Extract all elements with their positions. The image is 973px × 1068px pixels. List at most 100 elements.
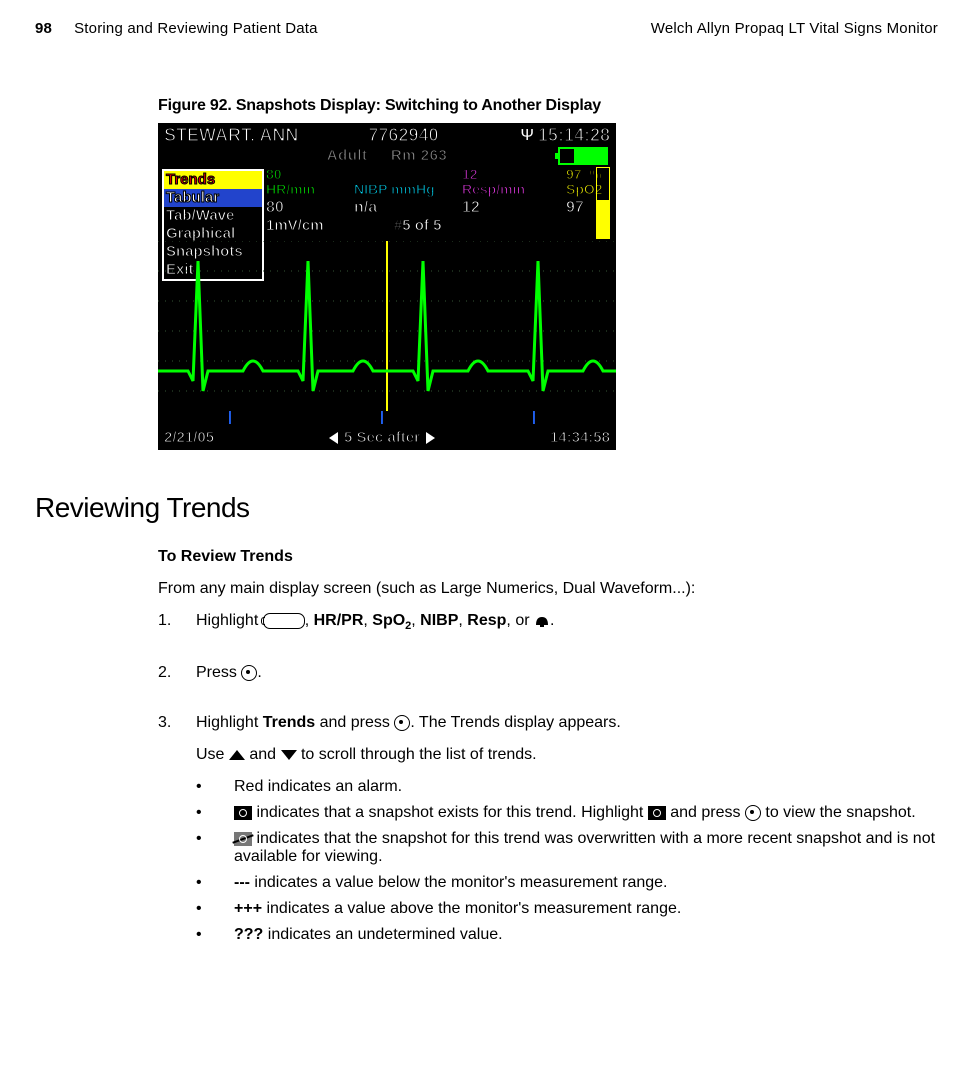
bullet: • — [196, 804, 234, 822]
t: SpO — [372, 612, 405, 629]
sym: ??? — [234, 926, 263, 943]
menu-tabular[interactable]: Tabular — [164, 189, 262, 207]
step-3-line1: Highlight Trends and press . The Trends … — [196, 714, 938, 732]
menu-tabwave[interactable]: Tab/Wave — [164, 207, 262, 225]
t: Highlight — [196, 714, 263, 731]
resp-limit: 12 — [462, 167, 566, 182]
t: , — [411, 612, 420, 629]
snapshot-index: #5 of 5 — [394, 217, 442, 234]
step-3-line2: Use and to scroll through the list of tr… — [196, 746, 938, 764]
nibp-value: n/a — [354, 199, 462, 217]
t: indicates that the snapshot for this tre… — [234, 830, 935, 865]
step-number-3: 3. — [158, 714, 196, 952]
select-button-icon — [745, 805, 761, 821]
nibp-label: NIBP mmHg — [354, 182, 462, 197]
trends: Trends — [263, 714, 315, 731]
page-number: 98 — [35, 20, 52, 37]
hr-label: HR/min — [266, 182, 354, 197]
resp: Resp — [467, 612, 506, 629]
patient-name: STEWART, ANN — [164, 125, 298, 146]
bullet-1: Red indicates an alarm. — [234, 778, 938, 796]
pulse-bar — [596, 167, 610, 239]
bullet: • — [196, 778, 234, 796]
device-footer: 2/21/05 5 Sec after 14:34:58 — [164, 429, 610, 446]
waveform-key-icon — [263, 613, 305, 629]
figure-caption: Figure 92. Snapshots Display: Switching … — [158, 97, 938, 115]
up-arrow-icon — [229, 750, 245, 760]
header-section: Storing and Reviewing Patient Data — [74, 20, 318, 37]
step-number-2: 2. — [158, 664, 196, 696]
mode: Adult — [327, 147, 368, 164]
ecg-scale: 1mV/cm — [266, 217, 324, 234]
bullet-3: indicates that the snapshot for this tre… — [234, 830, 938, 866]
tick-1: | — [228, 408, 232, 424]
footer-date: 2/21/05 — [164, 429, 214, 446]
hr-value: 80 — [266, 199, 354, 217]
menu-trends[interactable]: Trends — [164, 171, 262, 189]
bullet-list: • Red indicates an alarm. • indicates th… — [196, 778, 938, 944]
t: , — [363, 612, 372, 629]
tick-2: | — [380, 408, 384, 424]
step-2: Press . — [196, 664, 938, 682]
bullet: • — [196, 900, 234, 918]
running-header: 98 Storing and Reviewing Patient Data We… — [35, 20, 938, 37]
device-mode-room: Adult Rm 263 — [158, 147, 616, 164]
hr-limit: 80 — [266, 167, 354, 182]
t: , or — [506, 612, 534, 629]
snapshot-icon — [234, 806, 252, 820]
t: and press — [666, 804, 745, 821]
t: to scroll through the list of trends. — [297, 746, 537, 763]
scale-row: 1mV/cm #5 of 5 — [266, 217, 441, 234]
t: indicates an undetermined value. — [263, 926, 502, 943]
t: , — [458, 612, 467, 629]
bullet: • — [196, 830, 234, 866]
sym: +++ — [234, 900, 262, 917]
resp-label: Resp/min — [462, 182, 566, 197]
snapshot-icon — [648, 806, 666, 820]
bullet-5: +++ indicates a value above the monitor'… — [234, 900, 938, 918]
resp-value: 12 — [462, 199, 566, 217]
antenna-icon: Ψ — [521, 127, 534, 145]
hrpr: HR/PR — [314, 612, 364, 629]
t: indicates that a snapshot exists for thi… — [252, 804, 648, 821]
t: indicates a value below the monitor's me… — [250, 874, 668, 891]
t: . — [550, 612, 554, 629]
alarm-icon — [534, 614, 550, 628]
down-arrow-icon — [281, 750, 297, 760]
t: Highlight — [196, 612, 263, 629]
header-product: Welch Allyn Propaq LT Vital Signs Monito… — [651, 20, 938, 37]
bullet-4: --- indicates a value below the monitor'… — [234, 874, 938, 892]
footer-offset: 5 Sec after — [344, 429, 420, 446]
t: . The Trends display appears. — [410, 714, 621, 731]
bullet-6: ??? indicates an undetermined value. — [234, 926, 938, 944]
lead-text: From any main display screen (such as La… — [158, 580, 938, 598]
select-button-icon — [241, 665, 257, 681]
bullet: • — [196, 874, 234, 892]
ecg-waveform — [158, 241, 616, 421]
t: and — [245, 746, 281, 763]
section-heading: Reviewing Trends — [35, 492, 938, 524]
snapshot-overwritten-icon — [234, 832, 252, 846]
patient-id: 7762940 — [368, 125, 438, 146]
spo2: SpO2 — [372, 612, 411, 629]
arrow-left-icon[interactable] — [329, 432, 338, 444]
arrow-right-icon[interactable] — [426, 432, 435, 444]
tick-3: | — [532, 408, 536, 424]
t: Use — [196, 746, 229, 763]
step-number-1: 1. — [158, 612, 196, 646]
bullet: • — [196, 926, 234, 944]
t: . — [257, 664, 261, 681]
subheading: To Review Trends — [158, 548, 938, 566]
device-screenshot: STEWART, ANN 7762940 Ψ 15:14:28 Adult Rm… — [158, 123, 616, 450]
steps-list: 1. Highlight , HR/PR, SpO2, NIBP, Resp, … — [158, 612, 938, 952]
room: Rm 263 — [391, 147, 447, 164]
step-1: Highlight , HR/PR, SpO2, NIBP, Resp, or … — [196, 612, 938, 632]
bullet-2: indicates that a snapshot exists for thi… — [234, 804, 938, 822]
nibp: NIBP — [420, 612, 458, 629]
t: , — [305, 612, 314, 629]
device-time: 15:14:28 — [538, 125, 610, 146]
t: and press — [315, 714, 394, 731]
vitals-values: 80 n/a 12 97 — [266, 199, 616, 217]
spo2-limit: 97 — [566, 166, 582, 182]
t: Press — [196, 664, 241, 681]
